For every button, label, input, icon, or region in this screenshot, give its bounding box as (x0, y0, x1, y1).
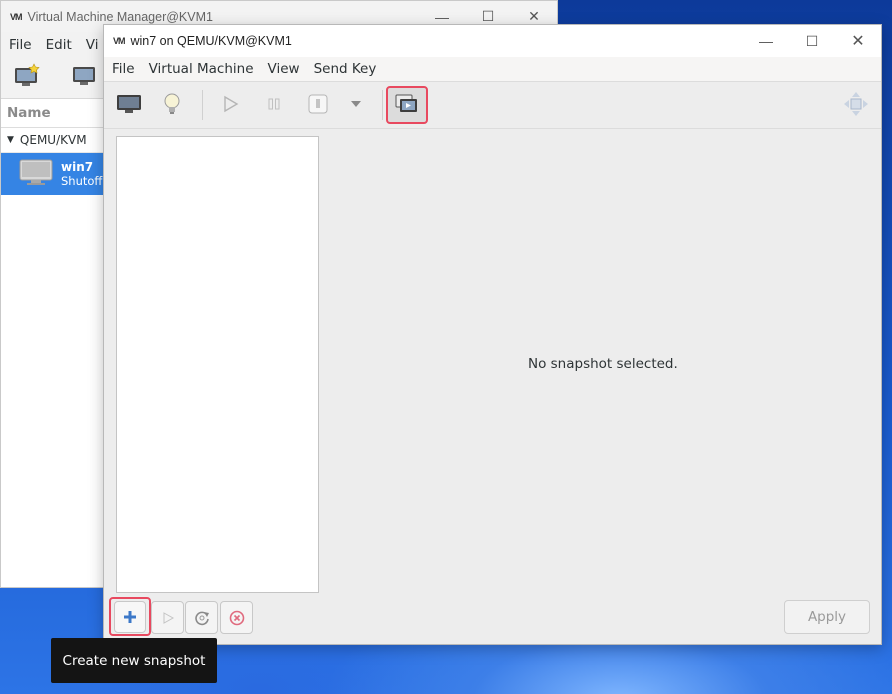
menu-file[interactable]: File (105, 61, 142, 77)
new-vm-icon[interactable] (13, 63, 41, 93)
toolbar-separator (202, 90, 203, 120)
snapshots-icon[interactable] (386, 86, 428, 124)
shutdown-menu-arrow-icon[interactable] (340, 88, 372, 120)
vm-details-menubar: File Virtual Machine View Send Key (104, 57, 881, 82)
fullscreen-icon[interactable] (840, 88, 872, 120)
run-snapshot-button[interactable] (151, 601, 184, 634)
vmm-window-title: Virtual Machine Manager@KVM1 (27, 9, 213, 24)
vm-details-toolbar (104, 82, 881, 129)
menu-view[interactable]: View (261, 61, 307, 77)
open-console-icon[interactable] (71, 64, 97, 92)
connection-label: QEMU/KVM (19, 133, 87, 147)
vm-name: win7 (61, 160, 94, 174)
add-snapshot-icon (124, 610, 136, 623)
empty-state-message: No snapshot selected. (528, 356, 678, 372)
delete-snapshot-icon (229, 610, 244, 625)
run-snapshot-icon (163, 611, 174, 624)
add-snapshot-button[interactable] (109, 597, 151, 636)
vmm-logo: VM (10, 11, 22, 22)
lightbulb-details-icon[interactable] (156, 88, 188, 120)
vm-status: Shutoff (61, 174, 103, 188)
refresh-snapshot-icon (194, 611, 209, 625)
run-icon[interactable] (214, 88, 246, 120)
vm-details-logo: VM (113, 36, 125, 46)
apply-button[interactable]: Apply (784, 600, 870, 634)
toolbar-separator (382, 90, 383, 120)
minimize-button[interactable]: — (743, 26, 789, 57)
shutdown-icon[interactable] (302, 88, 334, 120)
vm-details-title: win7 on QEMU/KVM@KVM1 (130, 34, 292, 48)
pause-icon[interactable] (258, 88, 290, 120)
menu-send-key[interactable]: Send Key (307, 61, 384, 77)
close-button[interactable]: ✕ (835, 26, 881, 57)
expand-triangle-icon[interactable]: ▼ (7, 135, 14, 145)
menu-edit[interactable]: Edit (39, 37, 79, 53)
tooltip-create-snapshot: Create new snapshot (51, 638, 217, 683)
refresh-snapshot-button[interactable] (185, 601, 218, 634)
menu-view[interactable]: Vi (79, 37, 106, 53)
delete-snapshot-button[interactable] (220, 601, 253, 634)
snapshot-list[interactable] (116, 136, 319, 593)
console-monitor-icon[interactable] (113, 88, 145, 120)
maximize-button[interactable]: ☐ (789, 26, 835, 57)
menu-virtual-machine[interactable]: Virtual Machine (142, 61, 261, 77)
menu-file[interactable]: File (2, 37, 39, 53)
vm-details-window: VM win7 on QEMU/KVM@KVM1 — ☐ ✕ File Virt… (103, 24, 882, 645)
vm-monitor-icon (19, 158, 53, 190)
vm-details-titlebar: VM win7 on QEMU/KVM@KVM1 — ☐ ✕ (104, 25, 881, 57)
